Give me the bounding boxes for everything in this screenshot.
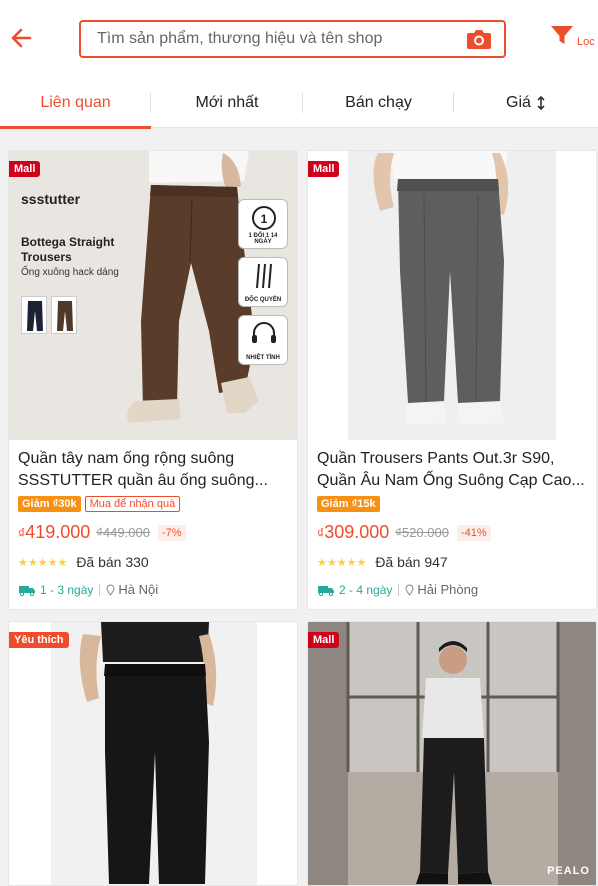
shipping-time: 2 - 4 ngày xyxy=(339,582,393,597)
feature-label: NHIỆT TÌNH xyxy=(246,355,280,361)
product-image[interactable]: ssstutter Bottega Straight Trousers Ống … xyxy=(9,151,297,440)
mall-badge: Mall xyxy=(9,161,41,177)
ad-brand: ssstutter xyxy=(21,191,81,207)
model-photo-brick-wall-illustration xyxy=(308,622,596,885)
pants-thumbnail-icon xyxy=(27,301,43,331)
feature-badge: ĐỘC QUYỀN xyxy=(238,257,288,307)
feature-badge: NHIỆT TÌNH xyxy=(238,315,288,365)
product-card[interactable]: Mall Quần Trousers Pants Out.3r S90, Quầ… xyxy=(307,150,597,610)
exchange-icon: 1 xyxy=(252,206,276,230)
product-title[interactable]: Quần Trousers Pants Out.3r S90, Quần Âu … xyxy=(317,448,589,492)
shipping-row: 2 - 4 ngày Hải Phòng xyxy=(317,582,478,597)
sold-count: Đã bán 330 xyxy=(76,554,149,570)
arrow-left-icon xyxy=(11,28,32,48)
top-bar: Lọc xyxy=(0,0,598,78)
delivery-truck-icon xyxy=(318,585,334,596)
model-black-trousers-illustration xyxy=(9,622,297,885)
tab-label: Giá xyxy=(506,94,531,111)
tab-label: Liên quan xyxy=(40,94,111,111)
filter-label: Lọc xyxy=(577,36,595,48)
product-card[interactable]: ssstutter Bottega Straight Trousers Ống … xyxy=(8,150,298,610)
price-row: ₫419.000 ₫449.000 -7% xyxy=(18,522,186,543)
location-pin-icon xyxy=(405,584,414,596)
shop-location: Hà Nội xyxy=(118,582,159,597)
sort-arrows-icon xyxy=(537,96,545,110)
rating-row: ★★★★★ Đã bán 330 xyxy=(18,554,149,570)
product-info: Quần Trousers Pants Out.3r S90, Quần Âu … xyxy=(308,440,596,609)
favorite-badge: Yêu thích xyxy=(9,632,69,648)
svg-text:1: 1 xyxy=(261,212,268,226)
color-swatch xyxy=(51,296,77,334)
model-grey-trousers-illustration xyxy=(308,151,596,440)
tab-price[interactable]: Giá xyxy=(454,78,598,128)
original-price: ₫520.000 xyxy=(395,525,449,540)
divider xyxy=(398,583,400,596)
product-info: Quần tây nam ống rộng suông SSSTUTTER qu… xyxy=(9,440,297,609)
sold-count: Đã bán 947 xyxy=(375,554,448,570)
price: ₫419.000 xyxy=(18,522,91,542)
discount-badge: -41% xyxy=(456,524,491,541)
sort-tabs: Liên quan Mới nhất Bán chạy Giá xyxy=(0,78,598,129)
camera-search-button[interactable] xyxy=(466,28,492,50)
price-row: ₫309.000 ₫520.000 -41% xyxy=(317,522,491,543)
voucher-tag: Giảm ₫15k xyxy=(317,496,380,512)
gift-tag: Mua để nhận quà xyxy=(84,496,181,512)
filter-button[interactable]: Lọc xyxy=(550,24,598,54)
promo-row: Giảm ₫30k Mua để nhận quà xyxy=(18,496,181,512)
product-card[interactable]: PEALO Mall xyxy=(307,621,597,886)
tab-related[interactable]: Liên quan xyxy=(0,78,151,129)
camera-icon xyxy=(467,30,491,49)
exclusive-design-icon xyxy=(256,263,272,289)
star-rating-icon: ★★★★★ xyxy=(18,556,68,569)
color-swatch xyxy=(21,296,47,334)
feature-label: ĐỘC QUYỀN xyxy=(244,297,282,303)
shop-location: Hải Phòng xyxy=(417,582,479,597)
price: ₫309.000 xyxy=(317,522,390,542)
tab-label: Bán chạy xyxy=(345,94,412,111)
brand-watermark: PEALO xyxy=(547,865,590,877)
divider xyxy=(99,583,101,596)
mall-badge: Mall xyxy=(308,632,340,648)
delivery-truck-icon xyxy=(19,585,35,596)
location-pin-icon xyxy=(106,584,115,596)
original-price: ₫449.000 xyxy=(96,525,150,540)
search-box[interactable] xyxy=(79,20,506,58)
rating-row: ★★★★★ Đã bán 947 xyxy=(317,554,448,570)
feature-label: 1 ĐỔI 1 14 NGÀY xyxy=(248,233,278,245)
tab-label: Mới nhất xyxy=(195,94,259,111)
support-headset-icon xyxy=(252,322,276,343)
tab-best-selling[interactable]: Bán chạy xyxy=(303,78,454,128)
ad-subtitle: Ống xuông hack dáng xyxy=(21,267,119,278)
product-image[interactable] xyxy=(308,151,596,440)
search-input[interactable] xyxy=(97,22,457,56)
star-rating-icon: ★★★★★ xyxy=(317,556,367,569)
promo-row: Giảm ₫15k xyxy=(317,496,380,512)
shipping-time: 1 - 3 ngày xyxy=(40,582,94,597)
pants-thumbnail-icon xyxy=(57,301,73,331)
ad-title: Bottega Straight Trousers xyxy=(21,235,115,264)
voucher-tag: Giảm ₫30k xyxy=(18,496,81,512)
product-title[interactable]: Quần tây nam ống rộng suông SSSTUTTER qu… xyxy=(18,448,290,492)
feature-badge: 1 1 ĐỔI 1 14 NGÀY xyxy=(238,199,288,249)
back-button[interactable] xyxy=(8,24,36,52)
mall-badge: Mall xyxy=(308,161,340,177)
tab-newest[interactable]: Mới nhất xyxy=(151,78,303,128)
product-image[interactable] xyxy=(9,622,297,885)
discount-badge: -7% xyxy=(157,524,186,541)
product-card[interactable]: Yêu thích xyxy=(8,621,298,886)
shipping-row: 1 - 3 ngày Hà Nội xyxy=(18,582,158,597)
product-image[interactable]: PEALO xyxy=(308,622,596,885)
filter-icon xyxy=(551,26,573,44)
